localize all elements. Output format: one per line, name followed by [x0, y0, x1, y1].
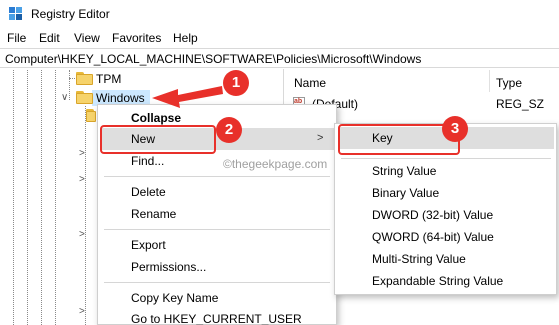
column-header-name[interactable]: Name	[294, 76, 326, 90]
menu-file[interactable]: File	[7, 31, 26, 45]
submenu-item-binary-value[interactable]: Binary Value	[372, 186, 439, 200]
window-title: Registry Editor	[31, 7, 110, 21]
step-badge-2: 2	[216, 117, 242, 143]
tree-guide-line	[13, 70, 14, 325]
menu-separator	[341, 158, 551, 159]
folder-icon	[76, 72, 93, 85]
menu-item-permissions[interactable]: Permissions...	[131, 260, 206, 274]
folder-icon	[86, 109, 96, 122]
registry-icon	[9, 7, 22, 20]
callout-box-new	[100, 125, 216, 154]
tree-node-tpm[interactable]: TPM	[96, 72, 121, 86]
menu-edit[interactable]: Edit	[39, 31, 60, 45]
submenu-item-multi-string-value[interactable]: Multi-String Value	[372, 252, 466, 266]
submenu-item-qword-value[interactable]: QWORD (64-bit) Value	[372, 230, 494, 244]
menu-item-rename[interactable]: Rename	[131, 207, 176, 221]
menu-item-export[interactable]: Export	[131, 238, 166, 252]
chevron-right-icon[interactable]: >	[79, 174, 85, 185]
folder-icon	[76, 91, 93, 104]
row-type: REG_SZ	[496, 97, 545, 111]
chevron-right-icon[interactable]: >	[79, 148, 85, 159]
menu-separator	[104, 282, 330, 283]
tree-guide-line	[41, 70, 42, 325]
chevron-right-icon[interactable]: >	[79, 229, 85, 240]
step-badge-1: 1	[223, 70, 249, 96]
submenu-item-dword-value[interactable]: DWORD (32-bit) Value	[372, 208, 493, 222]
tree-guide-line	[27, 70, 28, 325]
tree-guide-line	[55, 70, 56, 325]
menu-separator	[104, 176, 330, 177]
step-badge-3: 3	[442, 116, 468, 142]
chevron-right-icon[interactable]: >	[79, 306, 85, 317]
submenu-item-expandable-string-value[interactable]: Expandable String Value	[372, 274, 503, 288]
tree-guide-line	[85, 106, 86, 325]
menu-item-find[interactable]: Find...	[131, 154, 164, 168]
address-path[interactable]: Computer\HKEY_LOCAL_MACHINE\SOFTWARE\Pol…	[5, 52, 421, 66]
chevron-down-icon[interactable]: ∨	[61, 92, 68, 103]
watermark: ©thegeekpage.com	[223, 157, 328, 171]
menu-bar: File Edit View Favorites Help	[0, 28, 559, 48]
tree-guide-line	[69, 70, 70, 100]
column-divider[interactable]	[489, 70, 490, 92]
menu-view[interactable]: View	[74, 31, 100, 45]
address-bar[interactable]: Computer\HKEY_LOCAL_MACHINE\SOFTWARE\Pol…	[0, 48, 559, 68]
title-bar: Registry Editor	[0, 0, 559, 28]
menu-favorites[interactable]: Favorites	[112, 31, 161, 45]
menu-item-delete[interactable]: Delete	[131, 185, 166, 199]
menu-separator	[104, 229, 330, 230]
menu-item-collapse[interactable]: Collapse	[131, 111, 181, 125]
tree-node-windows[interactable]: Windows	[96, 91, 145, 105]
column-header-type[interactable]: Type	[496, 76, 522, 90]
chevron-right-icon: >	[317, 132, 324, 144]
menu-item-copy-key-name[interactable]: Copy Key Name	[131, 291, 218, 305]
menu-item-go-to-hkcu[interactable]: Go to HKEY_CURRENT_USER	[131, 312, 302, 325]
menu-help[interactable]: Help	[173, 31, 198, 45]
submenu-item-string-value[interactable]: String Value	[372, 164, 436, 178]
